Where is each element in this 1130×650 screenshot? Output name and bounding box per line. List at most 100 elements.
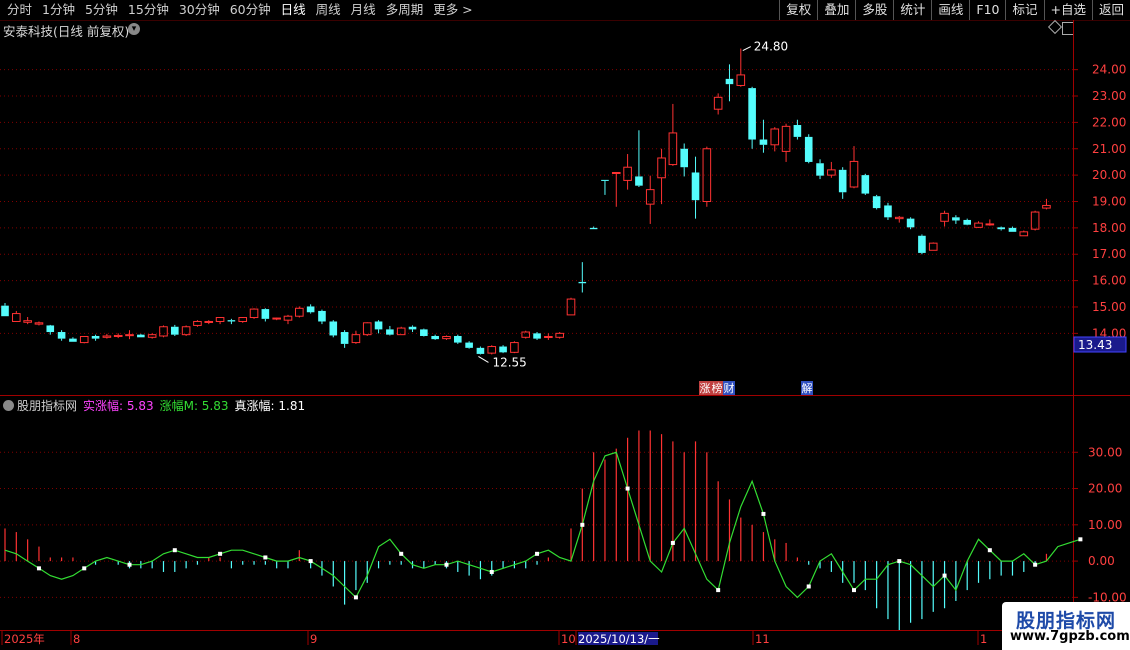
- candle-body: [963, 219, 971, 225]
- candle-body: [147, 334, 157, 338]
- candle-body: [1042, 204, 1051, 209]
- candle-body: [306, 306, 315, 313]
- candle-body: [396, 327, 406, 336]
- candle-body: [34, 322, 44, 325]
- indicator-point-marker: [625, 486, 630, 491]
- indicator-point-marker: [670, 540, 675, 545]
- candle-body: [759, 139, 768, 145]
- candle-body: [861, 175, 870, 194]
- indicator-menu-icon[interactable]: [3, 399, 14, 411]
- candle-body: [23, 320, 32, 323]
- candle-body: [781, 125, 791, 152]
- candle-body: [465, 342, 473, 348]
- candle-body: [680, 148, 688, 168]
- candle-body: [159, 326, 168, 337]
- price-tick-label: 16.00: [1092, 274, 1126, 288]
- min-marker-line: [478, 356, 489, 363]
- indicator-point-marker: [761, 511, 766, 516]
- candle-body: [918, 235, 926, 253]
- candle-body: [872, 196, 881, 209]
- candle-body: [238, 317, 248, 322]
- candle-body: [454, 335, 462, 343]
- indicator-point-marker: [852, 588, 856, 593]
- candle-body: [351, 334, 361, 344]
- candle-body: [283, 315, 293, 321]
- candle-body: [691, 172, 700, 201]
- candle-body: [510, 342, 519, 353]
- indicator-point-marker: [942, 573, 947, 578]
- legend-real-rise: 实涨幅: 5.83: [83, 398, 154, 413]
- candle-body: [849, 160, 859, 188]
- indicator-point-marker: [1033, 562, 1038, 567]
- event-marker-label: 解: [802, 381, 813, 395]
- candle-body: [499, 346, 507, 353]
- indicator-point-marker: [716, 588, 721, 593]
- candle-body: [997, 227, 1005, 230]
- indicator-tick-label: 0.00: [1088, 554, 1115, 568]
- legend-rise-m: 涨幅M: 5.83: [159, 398, 229, 413]
- time-axis-label: 1: [980, 632, 987, 646]
- indicator-point-marker: [897, 559, 902, 564]
- indicator-legend: 股朋指标网 实涨幅: 5.83 涨幅M: 5.83 真涨幅: 1.81: [0, 397, 311, 413]
- indicator-point-marker: [353, 595, 358, 600]
- candle-body: [171, 326, 179, 335]
- candle-body: [374, 321, 383, 330]
- candle-body: [69, 338, 77, 342]
- candle-body: [386, 329, 394, 335]
- indicator-point-marker: [806, 584, 811, 589]
- price-tick-label: 15.00: [1092, 300, 1126, 314]
- time-axis-label: 11: [755, 632, 770, 646]
- indicator-line: [4, 451, 1081, 599]
- price-tick-label: 20.00: [1092, 168, 1126, 182]
- indicator-name: 股朋指标网: [17, 398, 78, 413]
- candle-body: [804, 136, 813, 162]
- price-tick-label: 18.00: [1092, 221, 1126, 235]
- candle-body: [521, 331, 531, 338]
- time-axis-label: 10: [561, 632, 576, 646]
- time-axis-label: 9: [310, 632, 317, 646]
- candle-body: [1, 305, 9, 317]
- candle-body: [793, 125, 802, 137]
- candle-body: [713, 96, 723, 110]
- candle-body: [227, 320, 236, 322]
- candle-body: [215, 317, 225, 322]
- indicator-point-marker: [218, 551, 223, 556]
- candle-body: [635, 176, 643, 186]
- event-marker-label: 涨: [700, 382, 711, 395]
- candle-body: [340, 332, 349, 344]
- kline-chart[interactable]: 24.00 23.00 22.00 21.00 20.00 19.00 18.00 17.00…: [0, 0, 1130, 650]
- candle-body: [533, 333, 541, 339]
- indicator-point-marker: [82, 566, 87, 571]
- candle-body: [816, 163, 824, 176]
- time-axis-label: 2025年: [4, 632, 45, 646]
- candle-body: [193, 320, 202, 326]
- price-tick-label: 21.00: [1092, 142, 1126, 156]
- candle-body: [940, 212, 949, 222]
- candle-body: [952, 217, 960, 221]
- candle-body: [102, 335, 112, 338]
- candle-body: [125, 334, 134, 337]
- price-tick-label: 22.00: [1092, 115, 1126, 129]
- price-tick-label: 24.00: [1092, 63, 1126, 77]
- candle-body: [555, 332, 564, 338]
- candle-body: [329, 321, 338, 336]
- candle-body: [894, 216, 904, 220]
- candle-body: [261, 309, 270, 319]
- indicator-tick-label: 10.00: [1088, 518, 1122, 532]
- candle-body: [408, 326, 417, 330]
- candle-body: [46, 325, 55, 333]
- indicator-point-marker: [127, 562, 132, 567]
- candle-body: [725, 78, 734, 85]
- candle-body: [589, 227, 598, 230]
- candle-body: [578, 281, 587, 284]
- candle-body: [1008, 227, 1017, 232]
- indicator-point-marker: [1078, 537, 1083, 542]
- candle-body: [12, 313, 21, 322]
- price-tick-label: 17.00: [1092, 247, 1126, 261]
- indicator-point-marker: [399, 551, 404, 556]
- event-marker-label: 榜: [712, 381, 723, 395]
- candle-body: [623, 166, 632, 181]
- candle-body: [544, 336, 553, 339]
- price-tick-label: 23.00: [1092, 89, 1126, 103]
- candle-body: [827, 169, 836, 176]
